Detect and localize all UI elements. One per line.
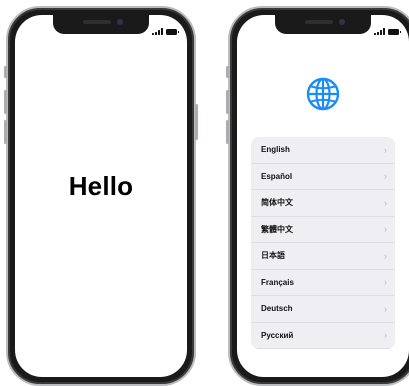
language-label: 繁體中文 — [261, 224, 293, 234]
language-item-german[interactable]: Deutsch › — [251, 296, 395, 323]
volume-down-button — [226, 120, 229, 144]
notch — [275, 15, 371, 34]
language-item-russian[interactable]: Русский › — [251, 323, 395, 349]
language-item-japanese[interactable]: 日本語 › — [251, 243, 395, 270]
status-bar — [374, 25, 401, 35]
speaker — [305, 20, 333, 24]
battery-icon — [388, 29, 401, 35]
globe-icon — [306, 77, 340, 111]
language-item-english[interactable]: English › — [251, 137, 395, 164]
volume-up-button — [4, 90, 7, 114]
silent-switch — [226, 66, 229, 78]
language-list: English › Español › 简体中文 › 繁體中文 › 日本語 › … — [251, 137, 395, 349]
language-label: Français — [261, 277, 294, 287]
front-camera — [117, 19, 123, 25]
language-label: Русский — [261, 330, 294, 340]
language-label: Español — [261, 171, 293, 181]
status-bar — [152, 25, 179, 35]
speaker — [83, 20, 111, 24]
chevron-right-icon: › — [384, 197, 387, 208]
language-item-traditional-chinese[interactable]: 繁體中文 › — [251, 217, 395, 243]
chevron-right-icon: › — [384, 277, 387, 288]
language-label: 日本語 — [261, 251, 285, 261]
phone-frame-right: English › Español › 简体中文 › 繁體中文 › 日本語 › … — [226, 6, 409, 386]
silent-switch — [4, 66, 7, 78]
signal-icon — [374, 28, 385, 35]
side-button — [195, 104, 198, 140]
battery-icon — [166, 29, 179, 35]
phone-frame-left: Hello — [4, 6, 198, 386]
signal-icon — [152, 28, 163, 35]
language-item-espanol[interactable]: Español › — [251, 164, 395, 190]
chevron-right-icon: › — [384, 171, 387, 182]
language-screen: English › Español › 简体中文 › 繁體中文 › 日本語 › … — [237, 15, 409, 377]
notch — [53, 15, 149, 34]
hello-screen[interactable]: Hello — [15, 15, 187, 377]
language-label: 简体中文 — [261, 198, 293, 208]
chevron-right-icon: › — [384, 330, 387, 341]
volume-up-button — [226, 90, 229, 114]
language-item-simplified-chinese[interactable]: 简体中文 › — [251, 190, 395, 217]
chevron-right-icon: › — [384, 303, 387, 314]
chevron-right-icon: › — [384, 224, 387, 235]
front-camera — [339, 19, 345, 25]
hello-greeting: Hello — [68, 171, 134, 201]
language-item-french[interactable]: Français › — [251, 270, 395, 296]
chevron-right-icon: › — [384, 250, 387, 261]
chevron-right-icon: › — [384, 144, 387, 155]
language-label: Deutsch — [261, 304, 293, 314]
language-label: English — [261, 145, 290, 155]
volume-down-button — [4, 120, 7, 144]
